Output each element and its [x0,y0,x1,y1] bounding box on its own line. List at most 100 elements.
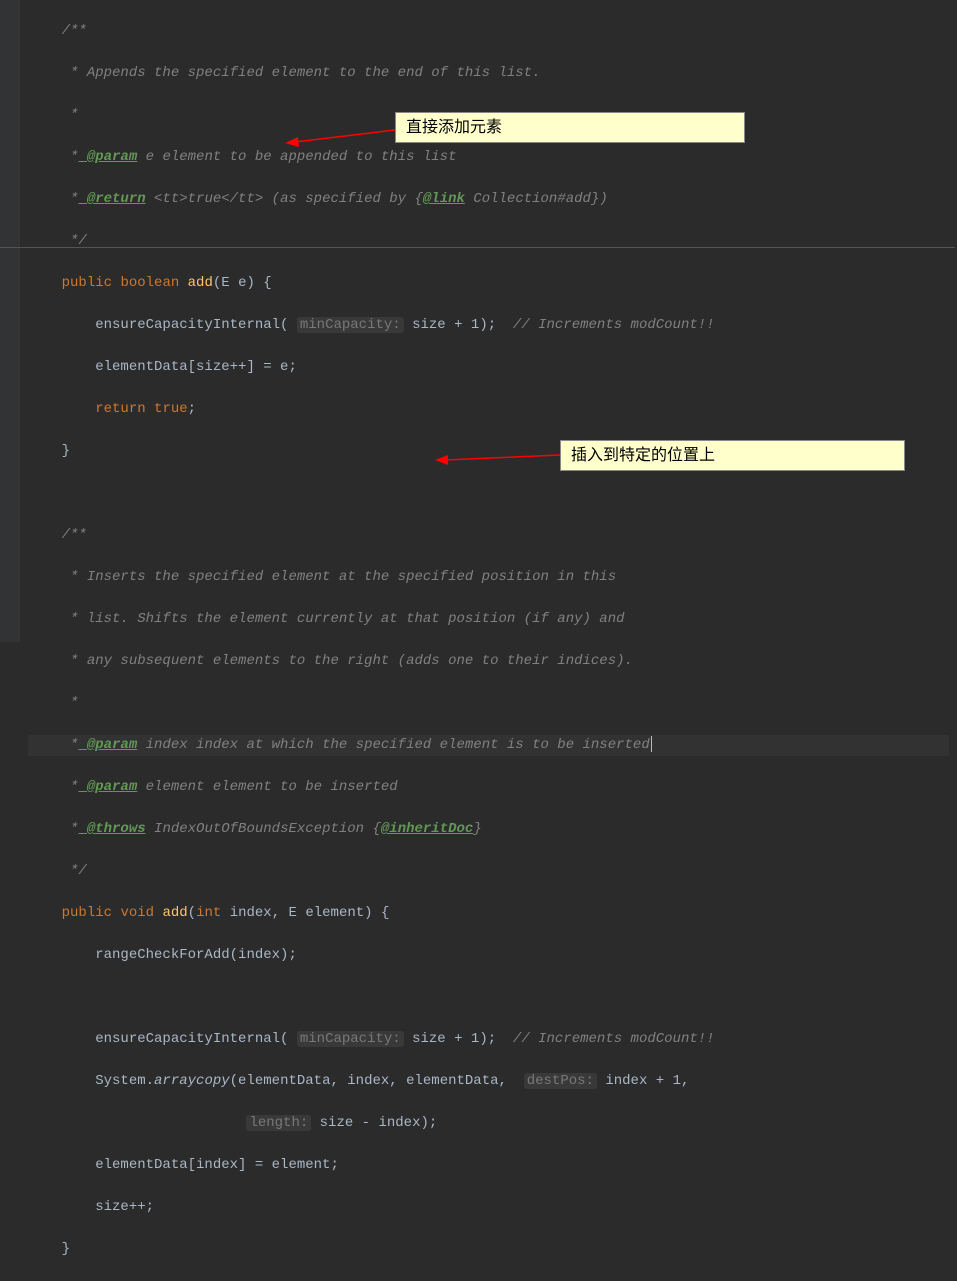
stmt: elementData[size++] = e; [95,359,297,375]
code-line[interactable]: */ [28,861,949,882]
kw-void: void [120,905,154,921]
method-add: add [162,905,187,921]
code-line[interactable]: elementData[size++] = e; [28,357,949,378]
javadoc-open: /** [62,527,87,543]
code-line[interactable]: length: size - index); [28,1113,949,1134]
code-line[interactable]: ensureCapacityInternal( minCapacity: siz… [28,1029,949,1050]
call-rangeCheck: rangeCheckForAdd(index); [95,947,297,963]
javadoc-param-tag: @param [78,149,137,165]
text: size + [404,317,471,333]
code-line[interactable]: rangeCheckForAdd(index); [28,945,949,966]
code-line[interactable] [28,483,949,504]
line-comment: // Increments modCount!! [513,1031,715,1047]
javadoc-close: */ [62,863,87,879]
javadoc-param-text: element element to be inserted [137,779,397,795]
type-E: E [289,905,297,921]
code-line[interactable]: /** [28,21,949,42]
code-line[interactable]: size++; [28,1197,949,1218]
method-add: add [188,275,213,291]
kw-true: true [154,401,188,417]
text-caret [651,736,652,752]
hint-destPos: destPos: [524,1073,597,1089]
javadoc-param-tag: @param [78,737,137,753]
text: size - index); [311,1115,437,1131]
javadoc-inheritdoc: @inheritDoc [381,821,473,837]
text: ); [479,1031,513,1047]
code-area[interactable]: /** * Appends the specified element to t… [20,0,957,1281]
call-ensureCapacity: ensureCapacityInternal( [95,1031,288,1047]
text: , [681,1073,689,1089]
call-system: System. [95,1073,154,1089]
semi: ; [188,401,196,417]
code-line[interactable]: * Inserts the specified element at the s… [28,567,949,588]
javadoc-param-text: index index at which the specified eleme… [137,737,649,753]
code-line[interactable]: * @param element element to be inserted [28,777,949,798]
javadoc-star: * [62,779,79,795]
javadoc-throws-tag: @throws [78,821,145,837]
javadoc-param-text: e element to be appended to this list [137,149,456,165]
stmt: size++; [95,1199,154,1215]
javadoc-return-text: }) [591,191,608,207]
call-arraycopy: arraycopy [154,1073,230,1089]
annotation-text-1: 直接添加元素 [406,119,502,136]
code-line[interactable]: */ [28,231,949,252]
param-element: element [305,905,364,921]
code-line[interactable]: * @param index index at which the specif… [28,735,949,756]
stmt: elementData[index] = element; [95,1157,339,1173]
annotation-text-2: 插入到特定的位置上 [571,447,715,464]
javadoc-return-tag: @return [78,191,145,207]
hint-minCapacity: minCapacity: [297,317,404,333]
code-line[interactable]: public boolean add(E e) { [28,273,949,294]
kw-public: public [62,275,112,291]
javadoc-star: * [62,107,79,123]
method-divider [0,247,957,248]
code-line[interactable]: * @throws IndexOutOfBoundsException {@in… [28,819,949,840]
javadoc-text: * Inserts the specified element at the s… [62,569,617,585]
javadoc-return-text: Collection#add [465,191,591,207]
code-line[interactable]: System.arraycopy(elementData, index, ele… [28,1071,949,1092]
annotation-box-2: 插入到特定的位置上 [560,440,905,471]
call-ensureCapacity: ensureCapacityInternal( [95,317,288,333]
kw-return: return [95,401,145,417]
line-comment: // Increments modCount!! [513,317,715,333]
javadoc-param-tag: @param [78,779,137,795]
javadoc-throws-text: } [473,821,481,837]
text: size + [404,1031,471,1047]
annotation-box-1: 直接添加元素 [395,112,745,143]
num: 1 [673,1073,681,1089]
javadoc-throws-text: IndexOutOfBoundsException { [146,821,381,837]
code-line[interactable]: return true; [28,399,949,420]
kw-int: int [196,905,221,921]
javadoc-star: * [62,737,79,753]
javadoc-return-text: <tt>true</tt> (as specified by { [146,191,423,207]
hint-minCapacity: minCapacity: [297,1031,404,1047]
code-editor[interactable]: /** * Appends the specified element to t… [0,0,957,1281]
code-line[interactable] [28,987,949,1008]
code-line[interactable]: * Appends the specified element to the e… [28,63,949,84]
javadoc-open: /** [62,23,87,39]
hint-length: length: [246,1115,311,1131]
code-line[interactable]: * [28,693,949,714]
javadoc-star: * [62,695,79,711]
type-E: E [221,275,229,291]
code-line[interactable]: * @return <tt>true</tt> (as specified by… [28,189,949,210]
code-line[interactable]: * @param e element to be appended to thi… [28,147,949,168]
kw-boolean: boolean [120,275,179,291]
code-line[interactable]: public void add(int index, E element) { [28,903,949,924]
num: 1 [471,1031,479,1047]
param-index: index [230,905,272,921]
code-line[interactable]: } [28,1239,949,1260]
code-line[interactable]: /** [28,525,949,546]
code-line[interactable]: * list. Shifts the element currently at … [28,609,949,630]
text: ); [479,317,513,333]
param-e: e [238,275,246,291]
text: index + [597,1073,673,1089]
code-line[interactable]: elementData[index] = element; [28,1155,949,1176]
code-line[interactable]: * any subsequent elements to the right (… [28,651,949,672]
code-line[interactable]: ensureCapacityInternal( minCapacity: siz… [28,315,949,336]
javadoc-text: * any subsequent elements to the right (… [62,653,633,669]
text: (elementData, index, elementData, [230,1073,516,1089]
javadoc-text: * list. Shifts the element currently at … [62,611,625,627]
javadoc-star: * [62,821,79,837]
javadoc-star: * [62,191,79,207]
